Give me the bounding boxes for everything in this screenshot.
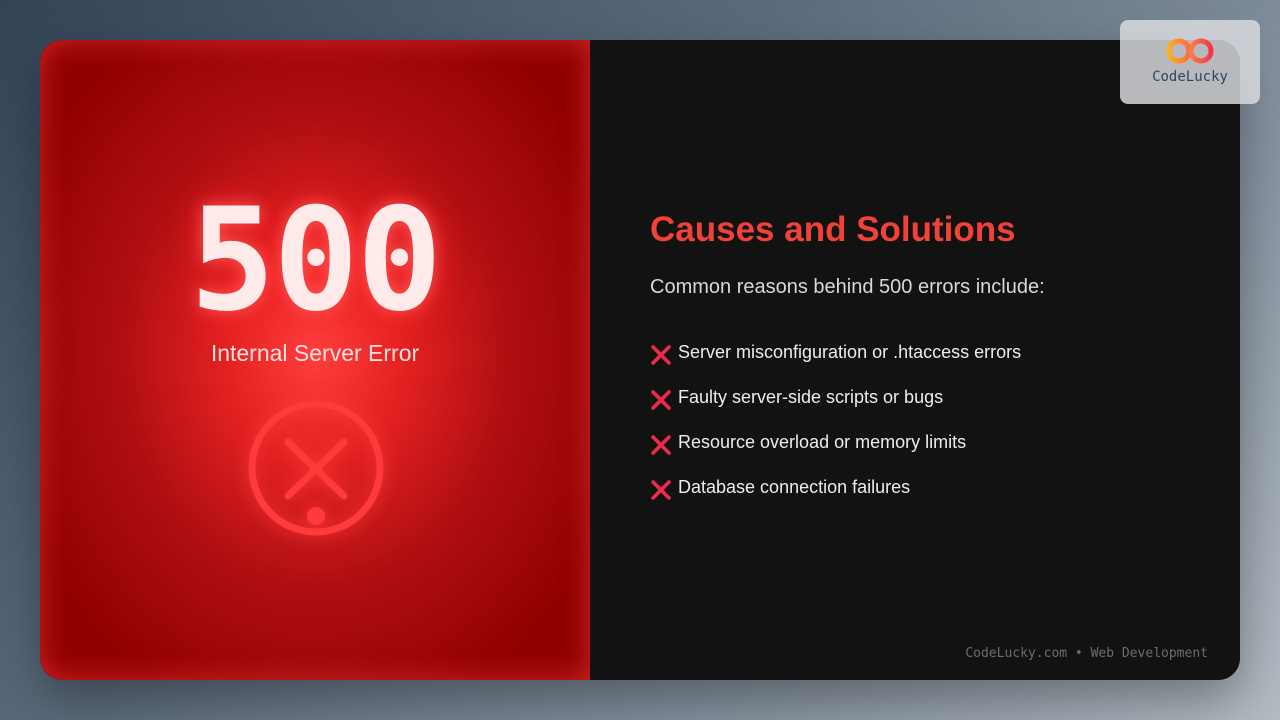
causes-list: Server misconfiguration or .htaccess err…: [650, 330, 1021, 510]
error-label: Internal Server Error: [210, 340, 420, 366]
error-panel: 500 Internal Server Error: [40, 40, 590, 680]
codelucky-logo[interactable]: CodeLucky: [1120, 20, 1260, 104]
cause-text: Faulty server-side scripts or bugs: [678, 387, 944, 407]
cross-mark-icon: [651, 479, 671, 500]
content-panel: Causes and Solutions Common reasons behi…: [590, 40, 1240, 680]
list-item: Resource overload or memory limits: [650, 420, 1021, 465]
list-item: Server misconfiguration or .htaccess err…: [650, 330, 1021, 375]
circle-x-icon: [248, 400, 384, 536]
footer-credit: CodeLucky.com • Web Development: [965, 646, 1208, 661]
cross-mark-icon: [651, 434, 671, 455]
infinity-logo-icon: [1166, 38, 1214, 64]
error-card: 500 Internal Server Error Causes and Sol…: [40, 40, 1240, 680]
cause-text: Database connection failures: [678, 477, 911, 497]
cause-text: Resource overload or memory limits: [678, 432, 967, 452]
list-item: Database connection failures: [650, 465, 1021, 510]
section-heading: Causes and Solutions: [650, 210, 1016, 249]
cause-text: Server misconfiguration or .htaccess err…: [678, 342, 1022, 362]
error-code: 500: [189, 178, 442, 343]
cross-mark-icon: [651, 389, 671, 410]
logo-text: CodeLucky: [1152, 69, 1228, 85]
list-item: Faulty server-side scripts or bugs: [650, 375, 1021, 420]
intro-text: Common reasons behind 500 errors include…: [650, 276, 1045, 298]
cross-mark-icon: [651, 344, 671, 365]
